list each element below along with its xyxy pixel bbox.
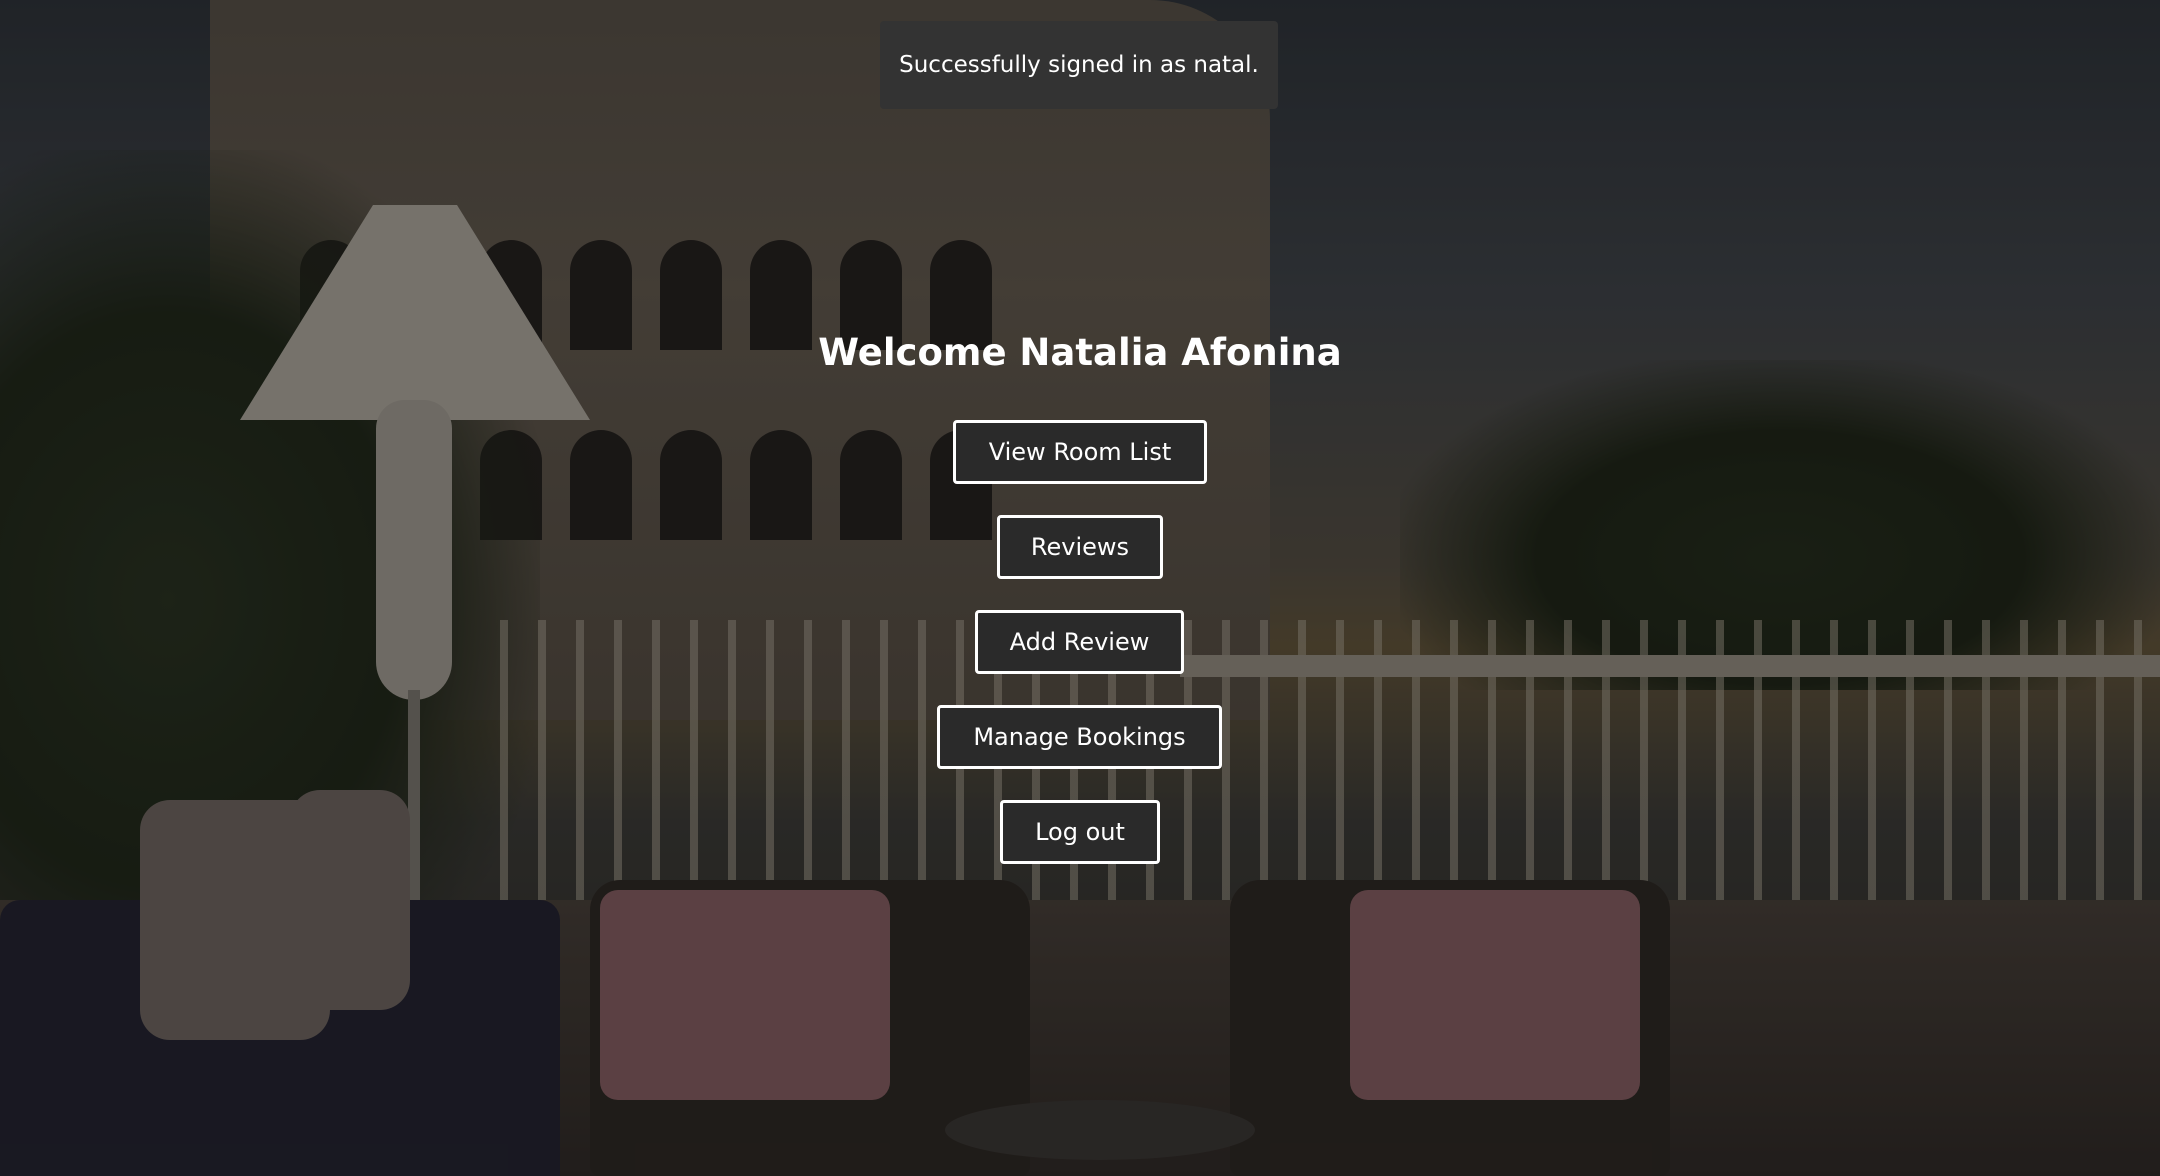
view-room-list-button[interactable]: View Room List: [953, 420, 1207, 484]
page: Successfully signed in as natal. Welcome…: [0, 0, 2160, 1176]
background-image: [0, 0, 2160, 1176]
reviews-label: Reviews: [1030, 533, 1130, 561]
manage-bookings-button[interactable]: Manage Bookings: [937, 705, 1222, 769]
add-review-label: Add Review: [1009, 628, 1150, 656]
view-room-list-label: View Room List: [988, 438, 1172, 466]
signin-toast: Successfully signed in as natal.: [880, 21, 1278, 109]
welcome-heading: Welcome Natalia Afonina: [818, 331, 1342, 374]
reviews-button[interactable]: Reviews: [997, 515, 1163, 579]
toast-message: Successfully signed in as natal.: [899, 52, 1259, 78]
add-review-button[interactable]: Add Review: [975, 610, 1184, 674]
manage-bookings-label: Manage Bookings: [973, 723, 1186, 751]
log-out-label: Log out: [1035, 818, 1125, 846]
log-out-button[interactable]: Log out: [1000, 800, 1160, 864]
